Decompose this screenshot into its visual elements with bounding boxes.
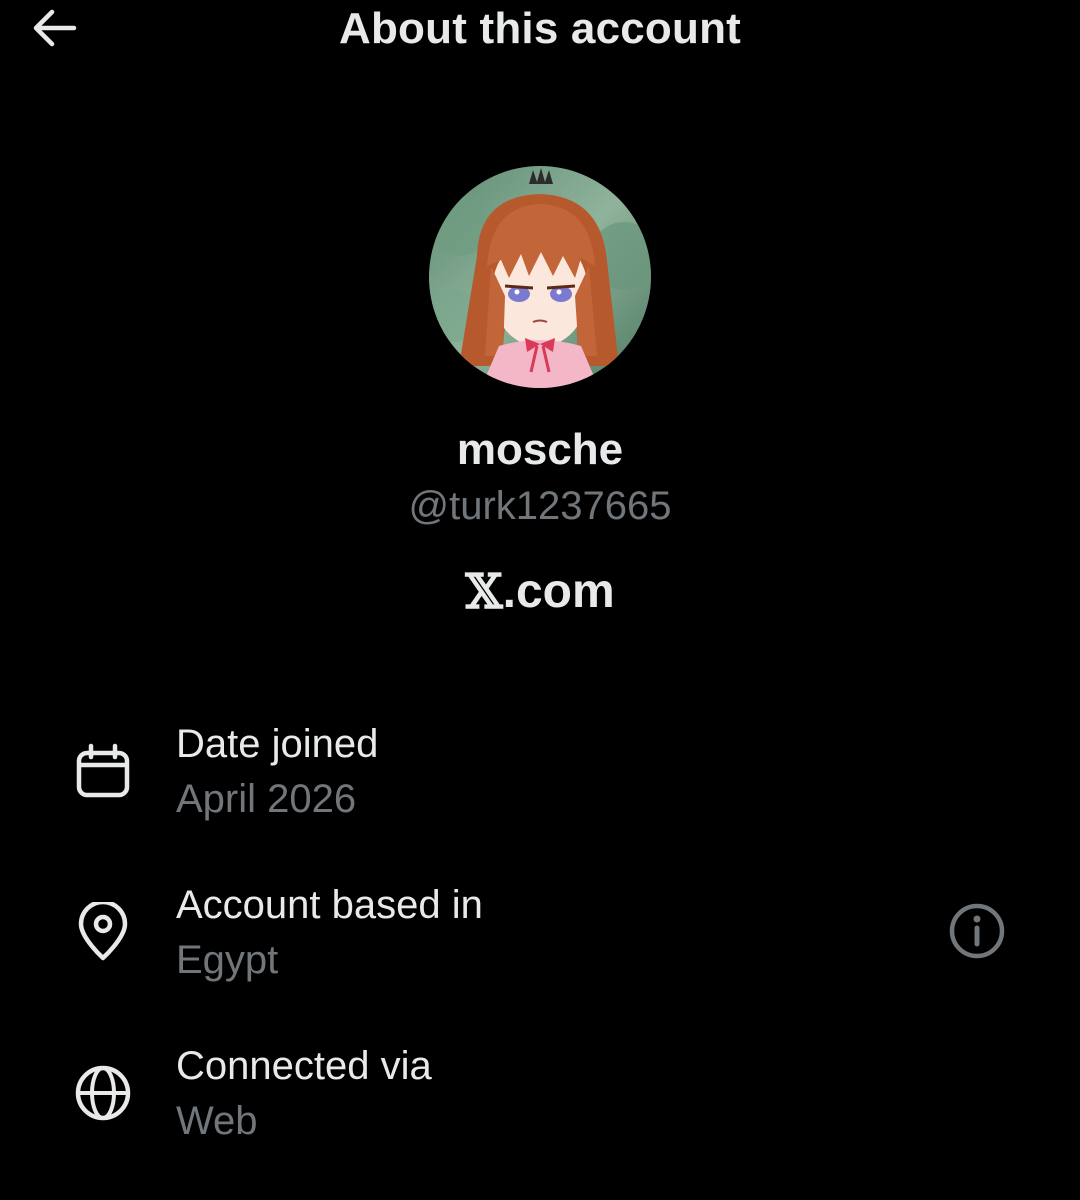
detail-label: Account based in: [176, 883, 483, 927]
info-icon: [948, 902, 1006, 965]
location-pin-icon: [72, 901, 134, 963]
globe-icon: [72, 1062, 134, 1124]
header: About this account: [0, 0, 1080, 60]
detail-value: Web: [176, 1099, 258, 1143]
detail-value: April 2026: [176, 777, 357, 821]
detail-row-date-joined: Date joined April 2026: [0, 718, 1080, 838]
display-name: mosche: [456, 425, 624, 474]
detail-value: Egypt: [176, 938, 279, 982]
avatar[interactable]: [429, 166, 651, 388]
username-handle: @turk1237665: [408, 484, 672, 528]
platform-suffix: .com: [502, 565, 615, 618]
detail-label: Date joined: [176, 722, 379, 766]
info-button[interactable]: [946, 902, 1008, 964]
detail-label: Connected via: [176, 1044, 432, 1088]
x-logo-icon: 𝕏: [465, 564, 503, 620]
calendar-icon: [72, 740, 134, 802]
detail-row-connected-via: Connected via Web: [0, 1040, 1080, 1160]
page-title: About this account: [338, 4, 742, 53]
platform-label: 𝕏 .com: [0, 564, 1080, 620]
detail-row-account-based-in: Account based in Egypt: [0, 879, 1080, 999]
